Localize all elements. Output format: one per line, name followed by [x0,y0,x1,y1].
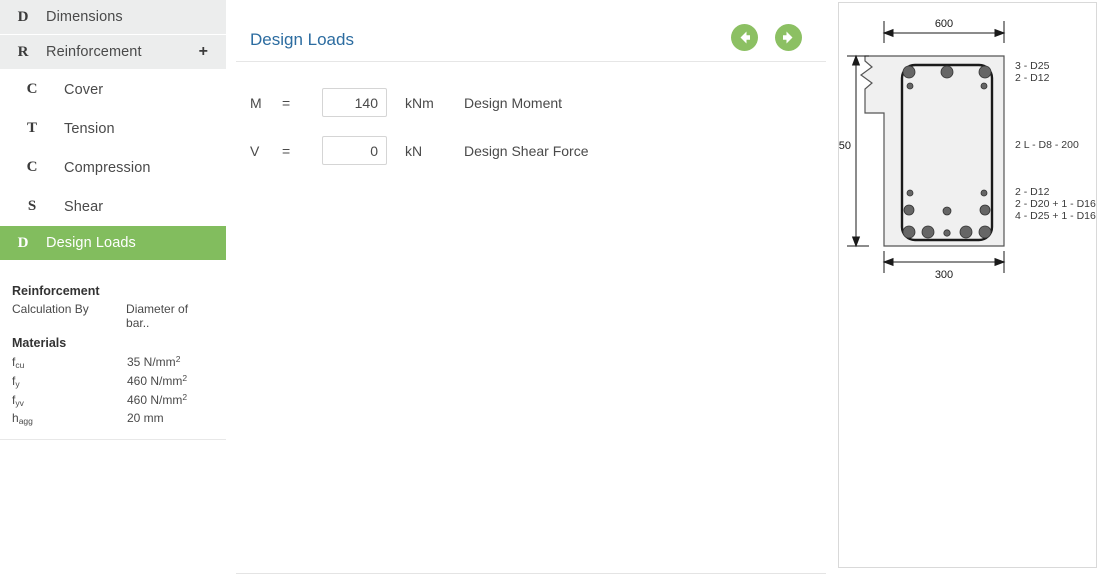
sidebar-item-letter: C [26,159,38,175]
description-design-moment: Design Moment [464,94,563,111]
material-subscript: cu [15,360,25,370]
rebar-annotation-line: 2 L - D8 - 200 [1015,139,1079,151]
arrow-left-circle-icon[interactable] [731,24,758,51]
material-key: fcu [12,355,127,370]
sidebar-item-letter: T [26,120,37,136]
material-value-text: 35 N/mm [127,355,176,369]
unit-knm: kNm [405,94,434,111]
symbol-m: M [250,94,262,111]
dimension-label-left: 450 [839,140,851,152]
arrow-right-circle-icon[interactable] [775,24,802,51]
rebar-annotation-line: 2 - D20 + 1 - D16 [1015,198,1096,210]
material-value-text: 20 mm [127,411,164,425]
sidebar-item-design-loads[interactable]: D Design Loads [0,226,226,261]
material-value-text: 460 N/mm [127,374,183,388]
material-value: 460 N/mm2 [127,392,187,407]
material-row: fcu 35 N/mm2 [12,354,214,370]
material-value-superscript: 2 [182,373,188,383]
rebar-annotation-line: 3 - D25 [1015,60,1050,72]
material-key: fyv [12,393,127,408]
calculation-by-value: Diameter of bar.. [126,302,189,330]
sidebar-item-dimensions[interactable]: D Dimensions [0,0,226,35]
dimension-top-600: 600 [882,18,1006,43]
materials-list: fcu 35 N/mm2 fy 460 N/mm2 fyv 460 N/mm2 hagg 20… [12,354,214,426]
material-subscript: yv [15,398,24,408]
sidebar-item-cover[interactable]: C Cover [0,70,226,109]
sidebar-item-tension[interactable]: T Tension [0,109,226,148]
equals-sign-m: = [282,94,291,111]
annotation-top-reinforcement: 3 - D252 - D12 [1015,60,1050,84]
material-row: fy 460 N/mm2 [12,373,214,389]
sidebar-item-compression[interactable]: C Compression [0,148,226,187]
material-value: 20 mm [127,411,164,425]
sidebar-item-letter: S [27,198,37,214]
sidebar-item-letter: R [17,43,29,60]
material-subscript: agg [18,416,33,426]
summary-heading-materials: Materials [12,336,67,350]
sidebar-item-letter: D [17,8,29,25]
sidebar-nav-list: D Dimensions R Reinforcement + C Cover T Tension… [0,0,226,261]
application-window: D Dimensions R Reinforcement + C Cover T Tension… [0,0,1105,574]
reinforcement-summary-panel: Reinforcement Calculation By Diameter of… [0,272,226,440]
sidebar-item-shear[interactable]: S Shear [0,187,226,226]
summary-row-calculation-by: Calculation By Diameter of bar.. [12,302,214,330]
material-key: hagg [12,411,127,426]
equals-sign-v: = [282,142,291,159]
beam-cross-section-drawing: 600 450 300 3 - D252 - D12 [839,18,1096,281]
rebar-annotation-line: 2 - D12 [1015,72,1050,84]
design-shear-force-input[interactable] [322,136,387,165]
sidebar-item-label: Shear [64,198,104,215]
sidebar-item-label: Design Loads [46,235,136,251]
symbol-v: V [250,142,260,159]
material-row: hagg 20 mm [12,411,214,426]
material-symbol: h [12,411,19,425]
summary-heading-reinforcement: Reinforcement [12,284,100,298]
dimension-bottom-300: 300 [882,251,1006,281]
sidebar-item-reinforcement[interactable]: R Reinforcement + [0,35,226,70]
sidebar-item-label: Tension [64,120,115,137]
rebar-annotation-line: 4 - D25 + 1 - D16 [1015,210,1096,222]
page-title: Design Loads [250,30,354,49]
sidebar-item-label: Cover [64,81,104,98]
material-value-superscript: 2 [175,354,181,364]
description-design-shear-force: Design Shear Force [464,142,589,159]
dimension-left-450: 450 [839,54,869,248]
dimension-label-bottom: 300 [935,269,953,281]
main-content: Design Loads M = kNm Design Moment V = [236,0,826,574]
form-row-design-moment: M = kNm Design Moment [236,88,562,117]
material-subscript: y [15,379,20,389]
main-header: Design Loads [236,0,826,62]
annotation-bottom-reinforcement: 2 - D122 - D20 + 1 - D164 - D25 + 1 - D1… [1015,186,1096,222]
calculation-by-label: Calculation By [12,302,89,316]
sidebar-item-label: Reinforcement [46,44,142,60]
unit-kn: kN [405,142,423,159]
material-value-superscript: 2 [182,392,188,402]
sidebar: D Dimensions R Reinforcement + C Cover T Tension… [0,0,226,574]
sidebar-item-label: Compression [64,159,151,176]
dimension-label-top: 600 [935,18,953,30]
material-value: 35 N/mm2 [127,354,180,369]
cross-section-panel: 600 450 300 3 - D252 - D12 [838,2,1097,568]
annotation-stirrup: 2 L - D8 - 200 [1015,139,1079,151]
sidebar-item-letter: D [17,234,29,251]
material-value-text: 460 N/mm [127,393,183,407]
form-row-design-shear-force: V = kN Design Shear Force [236,136,589,165]
material-row: fyv 460 N/mm2 [12,392,214,408]
sidebar-item-letter: C [26,81,38,97]
material-key: fy [12,374,127,389]
expand-toggle-icon[interactable]: + [199,44,208,60]
rebar-annotation-line: 2 - D12 [1015,186,1050,198]
material-value: 460 N/mm2 [127,373,187,388]
design-moment-input[interactable] [322,88,387,117]
sidebar-item-label: Dimensions [46,9,123,25]
